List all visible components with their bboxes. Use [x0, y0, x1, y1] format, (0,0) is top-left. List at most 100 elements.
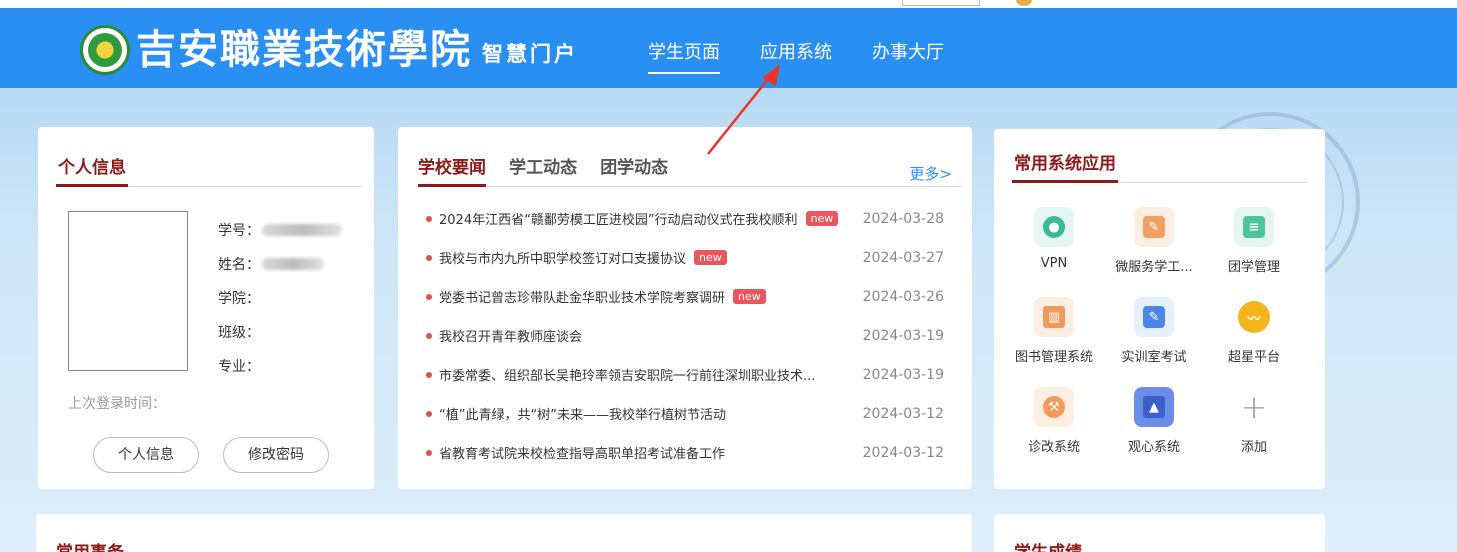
top-select-box[interactable] [902, 0, 980, 6]
news-date: 2024-03-19 [862, 327, 944, 344]
personal-info-list: 学号： 姓名： 学院： 班级： 专业： [218, 213, 342, 383]
school-emblem-icon [80, 25, 130, 75]
news-item[interactable]: 2024年江西省“赣鄱劳模工匠进校园”行动启动仪式在我校顺利 new 2024-… [426, 199, 946, 238]
wrench-icon: ⚒ [1034, 387, 1074, 427]
plus-icon: + [1240, 388, 1268, 426]
bullet-dot-icon [426, 215, 432, 222]
info-row-major: 专业： [218, 349, 342, 383]
app-label: 团学管理 [1227, 260, 1280, 275]
news-more-link[interactable]: 更多> [909, 163, 952, 184]
info-row-student-id: 学号： [218, 213, 342, 247]
bullet-dot-icon [426, 410, 432, 417]
info-row-name: 姓名： [218, 247, 342, 281]
news-title[interactable]: 2024年江西省“赣鄱劳模工匠进校园”行动启动仪式在我校顺利 [439, 209, 798, 228]
info-value-name-blurred [262, 258, 324, 270]
app-add-button[interactable]: + 添加 [1204, 387, 1304, 455]
personal-info-button[interactable]: 个人信息 [93, 437, 199, 473]
chaoxing-logo-icon: 〰 [1234, 297, 1274, 337]
news-date: 2024-03-27 [862, 249, 944, 266]
personal-info-card: 个人信息 学号： 姓名： 学院： 班级： 专业： 上次登录时间： 个人信息 修改… [38, 127, 374, 489]
personal-info-header: 个人信息 [56, 153, 362, 187]
pen-paper-icon: ✎ [1134, 297, 1174, 337]
info-row-class: 班级： [218, 315, 342, 349]
apps-header: 常用系统应用 [1012, 149, 1308, 183]
app-diagnosis-system[interactable]: ⚒ 诊改系统 [1004, 387, 1104, 455]
student-grades-title: 学生成绩 [1014, 538, 1082, 552]
last-login-time: 上次登录时间： [68, 396, 166, 412]
news-title[interactable]: “植”此青绿，共“树”未来——我校举行植树节活动 [439, 404, 726, 423]
student-photo [68, 211, 188, 371]
info-label-name: 姓名： [218, 257, 260, 273]
news-item[interactable]: 我校与市内九所中职学校签订对口支援协议 new 2024-03-27 [426, 238, 946, 277]
app-label: 实训室考试 [1121, 350, 1187, 365]
annotation-arrow-icon [707, 64, 780, 155]
app-label: 观心系统 [1127, 440, 1180, 455]
main-nav: 学生页面 应用系统 办事大厅 [648, 38, 984, 74]
bullet-dot-icon [426, 332, 432, 339]
new-badge: new [805, 211, 839, 226]
app-label: 超星平台 [1227, 350, 1280, 365]
bullet-dot-icon [426, 449, 432, 456]
info-label-class: 班级： [218, 325, 260, 341]
news-item[interactable]: 省教育考试院来校检查指导高职单招考试准备工作 2024-03-12 [426, 433, 946, 472]
app-youth-management[interactable]: ≡ 团学管理 [1204, 207, 1304, 275]
apps-title: 常用系统应用 [1012, 149, 1118, 183]
books-icon: ▥ [1034, 297, 1074, 337]
system-top-strip [0, 0, 1457, 8]
news-date: 2024-03-28 [862, 210, 944, 227]
common-affairs-card: 常用事务 [36, 514, 972, 552]
tab-school-news[interactable]: 学校要闻 [418, 153, 486, 187]
nav-service-hall[interactable]: 办事大厅 [872, 38, 944, 74]
app-chaoxing[interactable]: 〰 超星平台 [1204, 297, 1304, 365]
app-label: 诊改系统 [1027, 440, 1080, 455]
personal-info-title: 个人信息 [56, 153, 128, 187]
student-grades-card: 学生成绩 [994, 514, 1325, 552]
app-label: 图书管理系统 [1014, 350, 1093, 365]
globe-icon: ● [1034, 207, 1074, 247]
news-date: 2024-03-12 [862, 444, 944, 461]
bullet-dot-icon [426, 293, 432, 300]
news-tabs: 学校要闻 学工动态 团学动态 更多> [418, 153, 962, 187]
app-guanxin-system[interactable]: ▲ 观心系统 [1104, 387, 1204, 455]
info-value-student-id-blurred [262, 224, 342, 236]
app-label: VPN [1040, 256, 1068, 271]
news-item[interactable]: 市委常委、组织部长吴艳玲率领吉安职院一行前往深圳职业技术... 2024-03-… [426, 355, 946, 394]
news-list: 2024年江西省“赣鄱劳模工匠进校园”行动启动仪式在我校顺利 new 2024-… [426, 199, 946, 472]
tab-youth-league[interactable]: 团学动态 [600, 153, 668, 184]
app-label: 添加 [1240, 440, 1267, 455]
news-title[interactable]: 省教育考试院来校检查指导高职单招考试准备工作 [439, 443, 725, 462]
news-title[interactable]: 市委常委、组织部长吴艳玲率领吉安职院一行前往深圳职业技术... [439, 365, 815, 384]
app-label: 微服务学工... [1115, 260, 1193, 275]
portal-name: 智慧门户 [482, 41, 578, 66]
app-library[interactable]: ▥ 图书管理系统 [1004, 297, 1104, 365]
doc-clock-icon: ≡ [1234, 207, 1274, 247]
info-label-major: 专业： [218, 359, 260, 375]
news-item[interactable]: “植”此青绿，共“树”未来——我校举行植树节活动 2024-03-12 [426, 394, 946, 433]
bullet-dot-icon [426, 371, 432, 378]
change-password-button[interactable]: 修改密码 [223, 437, 329, 473]
info-label-student-id: 学号： [218, 223, 260, 239]
common-affairs-title: 常用事务 [56, 538, 124, 552]
news-date: 2024-03-19 [862, 366, 944, 383]
school-name: 吉安職業技術學院 [136, 26, 472, 73]
edit-doc-icon: ✎ [1134, 207, 1174, 247]
new-badge: new [733, 289, 766, 304]
info-label-college: 学院： [218, 291, 260, 307]
app-vpn[interactable]: ● VPN [1004, 207, 1104, 271]
news-title[interactable]: 我校召开青年教师座谈会 [439, 326, 582, 345]
news-date: 2024-03-12 [862, 405, 944, 422]
bullet-dot-icon [426, 254, 432, 261]
news-title[interactable]: 我校与市内九所中职学校签订对口支援协议 [439, 248, 686, 267]
info-row-college: 学院： [218, 281, 342, 315]
news-item[interactable]: 我校召开青年教师座谈会 2024-03-19 [426, 316, 946, 355]
common-apps-card: 常用系统应用 ● VPN ✎ 微服务学工... ≡ 团学管理 ▥ 图书管理系统 … [994, 129, 1325, 489]
user-avatar-icon[interactable] [1016, 0, 1032, 6]
app-lab-exam[interactable]: ✎ 实训室考试 [1104, 297, 1204, 365]
new-badge: new [694, 250, 727, 265]
news-title[interactable]: 党委书记曾志珍带队赴金华职业技术学院考察调研 [439, 287, 725, 306]
tab-student-affairs[interactable]: 学工动态 [509, 153, 577, 184]
app-micro-service[interactable]: ✎ 微服务学工... [1104, 207, 1204, 275]
news-item[interactable]: 党委书记曾志珍带队赴金华职业技术学院考察调研 new 2024-03-26 [426, 277, 946, 316]
news-date: 2024-03-26 [862, 288, 944, 305]
graduation-cap-icon: ▲ [1134, 387, 1174, 427]
